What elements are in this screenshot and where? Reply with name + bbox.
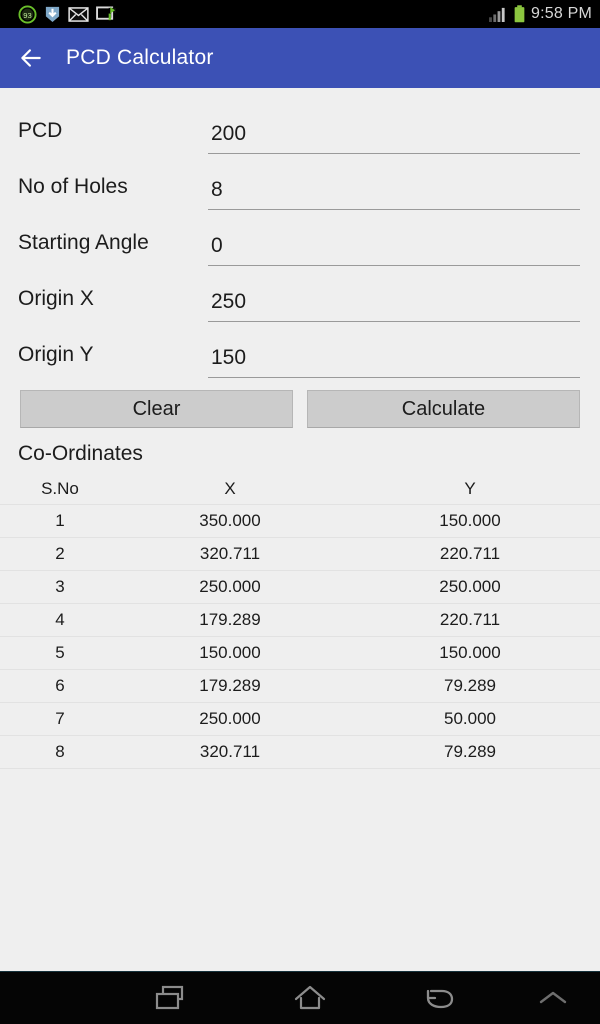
form-row-pcd: PCD 200 [0, 98, 600, 154]
app-screen: 93 9:58 PM PCD Calculator PCD 200 No of … [0, 0, 600, 1024]
table-header-row: S.No X Y [0, 474, 600, 504]
label-origin-y: Origin Y [18, 343, 94, 366]
cell-sno: 7 [55, 708, 65, 728]
recent-apps-button[interactable] [95, 972, 245, 1024]
cell-x: 179.289 [199, 609, 261, 629]
status-bar-clock: 9:58 PM [531, 5, 592, 22]
input-origin-y[interactable]: 150 [208, 346, 580, 378]
column-header-sno: S.No [41, 478, 79, 498]
table-row: 5 150.000 150.000 [0, 636, 600, 669]
form-row-origin-y: Origin Y 150 [0, 322, 600, 378]
main-content: PCD 200 No of Holes 8 Starting Angle 0 O… [0, 88, 600, 971]
coordinates-title: Co-Ordinates [18, 442, 143, 465]
calculate-button[interactable]: Calculate [307, 390, 580, 428]
input-no-of-holes-value: 8 [211, 178, 223, 201]
cell-x: 250.000 [199, 708, 261, 728]
cell-y: 220.711 [439, 543, 501, 563]
cell-x: 350.000 [199, 510, 261, 530]
chevron-up-icon [539, 991, 566, 1004]
table-row: 1 350.000 150.000 [0, 504, 600, 537]
home-button[interactable] [245, 972, 375, 1024]
clear-button[interactable]: Clear [20, 390, 293, 428]
input-origin-x[interactable]: 250 [208, 290, 580, 322]
back-icon [426, 989, 454, 1009]
label-pcd: PCD [18, 119, 63, 142]
input-origin-x-value: 250 [211, 290, 247, 313]
cell-y: 220.711 [439, 609, 501, 629]
table-row: 8 320.711 79.289 [0, 735, 600, 768]
cell-x: 250.000 [199, 576, 261, 596]
cell-x: 150.000 [199, 642, 261, 662]
status-bar-notification-icons: 93 [18, 4, 117, 24]
label-no-of-holes: No of Holes [18, 175, 128, 198]
mail-icon [68, 6, 89, 22]
cell-y: 250.000 [439, 576, 501, 596]
cell-x: 320.711 [199, 543, 261, 563]
badge-93-icon: 93 [18, 4, 37, 24]
cell-sno: 2 [55, 543, 65, 563]
form-row-starting-angle: Starting Angle 0 [0, 210, 600, 266]
input-pcd[interactable]: 200 [208, 122, 580, 154]
page-title: PCD Calculator [66, 46, 214, 69]
input-pcd-value: 200 [211, 122, 247, 145]
input-starting-angle[interactable]: 0 [208, 234, 580, 266]
form-row-origin-x: Origin X 250 [0, 266, 600, 322]
cell-sno: 6 [55, 675, 65, 695]
status-bar-system-icons: 9:58 PM [489, 5, 592, 23]
coordinates-table-header: S.No X Y [0, 474, 600, 504]
input-origin-y-value: 150 [211, 346, 247, 369]
cell-sno: 3 [55, 576, 65, 596]
home-icon [294, 985, 326, 1010]
table-row: 2 320.711 220.711 [0, 537, 600, 570]
coordinates-table-body: 1 350.000 150.000 2 320.711 220.711 3 25… [0, 504, 600, 768]
download-icon [45, 6, 60, 23]
coordinates-table: S.No X Y 1 350.000 150.000 2 320.711 220… [0, 474, 600, 769]
action-button-row: Clear Calculate [0, 378, 600, 428]
back-button[interactable] [375, 972, 505, 1024]
cell-sno: 4 [55, 609, 65, 629]
table-row: 4 179.289 220.711 [0, 603, 600, 636]
table-row: 6 179.289 79.289 [0, 669, 600, 702]
input-form: PCD 200 No of Holes 8 Starting Angle 0 O… [0, 88, 600, 378]
battery-full-icon [514, 5, 525, 23]
label-origin-x: Origin X [18, 287, 94, 310]
app-bar: PCD Calculator [0, 28, 600, 88]
column-header-y: Y [464, 478, 476, 498]
cell-sno: 8 [55, 741, 65, 761]
status-bar: 93 9:58 PM [0, 0, 600, 28]
cell-x: 320.711 [199, 741, 261, 761]
input-no-of-holes[interactable]: 8 [208, 178, 580, 210]
cell-y: 79.289 [444, 741, 496, 761]
cell-y: 79.289 [444, 675, 496, 695]
column-header-x: X [224, 478, 236, 498]
form-row-no-of-holes: No of Holes 8 [0, 154, 600, 210]
recent-apps-icon [155, 985, 184, 1010]
cell-sno: 5 [55, 642, 65, 662]
table-row: 7 250.000 50.000 [0, 702, 600, 735]
system-navigation-bar [0, 971, 600, 1024]
cell-x: 179.289 [199, 675, 261, 695]
cell-y: 150.000 [439, 510, 501, 530]
svg-text:93: 93 [23, 10, 31, 19]
show-navigation-button[interactable] [505, 972, 600, 1024]
screen-share-icon [96, 5, 116, 20]
cell-y: 50.000 [444, 708, 496, 728]
cell-y: 150.000 [439, 642, 501, 662]
table-row: 3 250.000 250.000 [0, 570, 600, 603]
cell-sno: 1 [55, 510, 65, 530]
input-starting-angle-value: 0 [211, 234, 223, 257]
label-starting-angle: Starting Angle [18, 231, 149, 254]
back-arrow-icon[interactable] [18, 45, 44, 71]
signal-bars-icon [489, 7, 505, 22]
